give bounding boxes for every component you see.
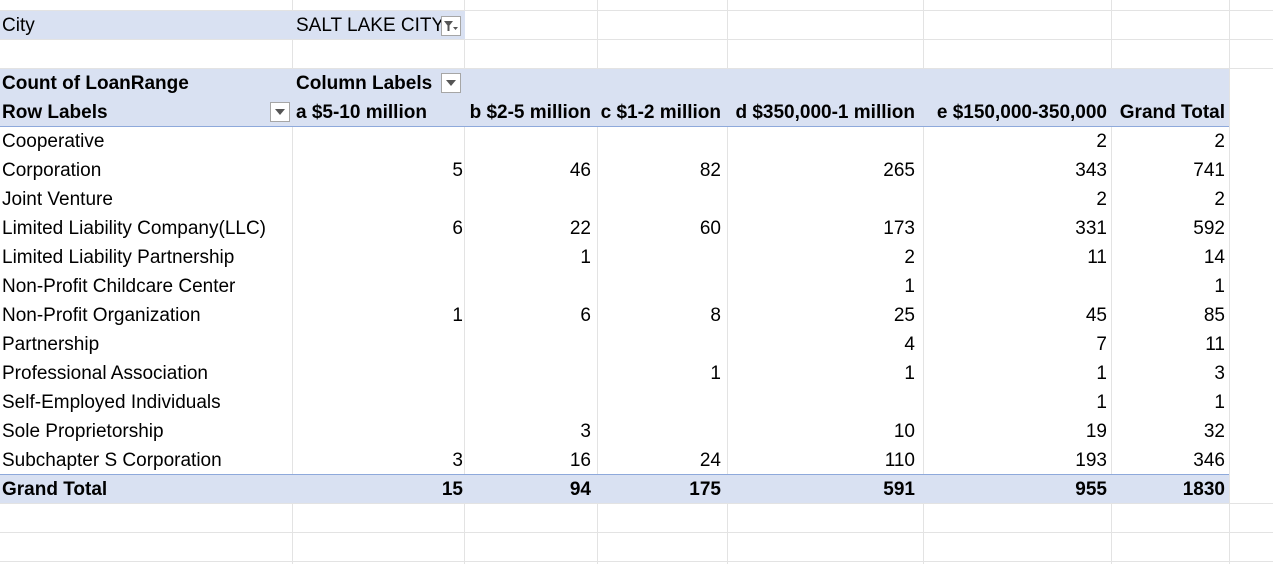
value-cell[interactable]: 4 [904,330,915,359]
value-cell[interactable]: 741 [1193,156,1225,185]
value-cell[interactable]: 2 [904,243,915,272]
value-cell[interactable]: 2 [1096,185,1107,214]
row-label[interactable]: Subchapter S Corporation [2,446,222,475]
grand-total-band [0,475,1229,503]
value-cell[interactable]: 11 [1087,243,1107,272]
value-cell[interactable]: 1 [904,359,915,388]
grand-total-cell[interactable]: 94 [570,475,591,504]
value-cell[interactable]: 7 [1096,330,1107,359]
value-cell[interactable]: 25 [894,301,915,330]
value-cell[interactable]: 3 [580,417,591,446]
grid-row-line [0,532,1273,533]
row-label[interactable]: Corporation [2,156,101,185]
grand-total-cell[interactable]: 955 [1075,475,1107,504]
row-label[interactable]: Limited Liability Partnership [2,243,234,272]
value-cell[interactable]: 1 [580,243,591,272]
row-labels-header: Row Labels [2,102,108,123]
value-cell[interactable]: 3 [452,446,463,475]
value-cell[interactable]: 331 [1075,214,1107,243]
value-header: Count of LoanRange [2,73,189,94]
value-cell[interactable]: 24 [700,446,721,475]
column-header[interactable]: d $350,000-1 million [735,98,915,127]
grid-row-line [0,561,1273,562]
value-cell[interactable]: 1 [710,359,721,388]
column-labels-header: Column Labels [296,73,433,94]
value-cell[interactable]: 16 [570,446,591,475]
row-label[interactable]: Non-Profit Organization [2,301,201,330]
filter-label: City [2,15,35,36]
value-cell[interactable]: 6 [580,301,591,330]
row-label[interactable]: Professional Association [2,359,208,388]
grid-row-line [0,39,1273,40]
value-cell[interactable]: 19 [1086,417,1107,446]
grand-total-cell[interactable]: 1830 [1183,475,1225,504]
value-cell[interactable]: 1 [452,301,463,330]
value-cell[interactable]: 11 [1205,330,1225,359]
row-label[interactable]: Limited Liability Company(LLC) [2,214,266,243]
value-cell[interactable]: 45 [1086,301,1107,330]
value-cell[interactable]: 82 [700,156,721,185]
value-cell[interactable]: 1 [1096,388,1107,417]
column-header[interactable]: c $1-2 million [601,98,721,127]
value-cell[interactable]: 2 [1214,185,1225,214]
value-cell[interactable]: 592 [1193,214,1225,243]
column-labels-dropdown-icon[interactable] [441,73,461,93]
value-cell[interactable]: 5 [452,156,463,185]
value-cell[interactable]: 2 [1214,127,1225,156]
value-cell[interactable]: 32 [1204,417,1225,446]
row-label[interactable]: Non-Profit Childcare Center [2,272,235,301]
row-label[interactable]: Joint Venture [2,185,113,214]
grand-total-cell[interactable]: 591 [883,475,915,504]
column-header[interactable]: Grand Total [1120,98,1225,127]
row-labels-dropdown-icon[interactable] [270,102,290,122]
value-cell[interactable]: 60 [700,214,721,243]
value-cell[interactable]: 6 [452,214,463,243]
value-cell[interactable]: 265 [883,156,915,185]
column-header[interactable]: a $5-10 million [296,98,427,127]
value-cell[interactable]: 110 [885,446,915,475]
filter-dropdown-icon[interactable] [441,16,461,36]
value-cell[interactable]: 85 [1204,301,1225,330]
value-cell[interactable]: 173 [883,214,915,243]
row-label[interactable]: Sole Proprietorship [2,417,164,446]
value-cell[interactable]: 3 [1214,359,1225,388]
value-cell[interactable]: 46 [570,156,591,185]
value-cell[interactable]: 8 [710,301,721,330]
value-cell[interactable]: 1 [1096,359,1107,388]
value-cell[interactable]: 2 [1096,127,1107,156]
grand-total-label: Grand Total [2,479,108,500]
grand-total-cell[interactable]: 175 [689,475,721,504]
value-cell[interactable]: 193 [1075,446,1107,475]
row-label[interactable]: Cooperative [2,127,104,156]
column-header[interactable]: e $150,000-350,000 [937,98,1107,127]
value-cell[interactable]: 346 [1193,446,1225,475]
value-cell[interactable]: 1 [1214,272,1225,301]
value-cell[interactable]: 22 [570,214,591,243]
value-cell[interactable]: 343 [1075,156,1107,185]
column-header[interactable]: b $2-5 million [470,98,591,127]
value-cell[interactable]: 14 [1204,243,1225,272]
filter-value[interactable]: SALT LAKE CITY [296,11,444,40]
row-label[interactable]: Partnership [2,330,99,359]
value-cell[interactable]: 1 [1214,388,1225,417]
grid-col-line [1229,0,1230,564]
value-cell[interactable]: 1 [904,272,915,301]
row-label[interactable]: Self-Employed Individuals [2,388,221,417]
value-cell[interactable]: 10 [894,417,915,446]
grand-total-cell[interactable]: 15 [442,475,463,504]
